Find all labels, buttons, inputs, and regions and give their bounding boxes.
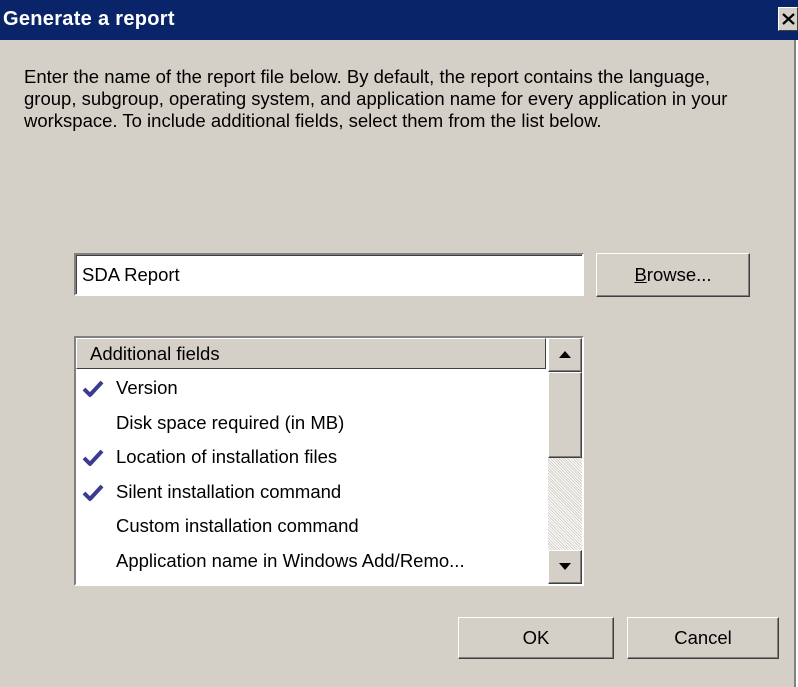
arrow-down-icon (559, 563, 571, 570)
vertical-scrollbar[interactable] (548, 338, 582, 584)
dialog-title: Generate a report (3, 8, 175, 30)
browse-button[interactable]: Browse... (596, 253, 750, 297)
generate-report-dialog: Generate a report Enter the name of the … (0, 0, 798, 687)
list-item-label: Custom installation command (116, 515, 359, 536)
list-item-label: Disk space required (in MB) (116, 411, 345, 433)
ok-button[interactable]: OK (458, 617, 614, 659)
list-rows: Version Disk space required (in MB) Loca… (76, 371, 546, 578)
close-icon (782, 13, 795, 25)
browse-button-label: Browse... (634, 264, 712, 285)
close-button[interactable] (778, 7, 798, 31)
list-item[interactable]: Location of installation files (76, 440, 546, 475)
list-item-label: Version (116, 377, 178, 398)
list-item-label: Silent installation command (116, 480, 342, 502)
check-icon (82, 484, 104, 501)
list-item[interactable]: Silent installation command (76, 475, 546, 510)
scroll-down-button[interactable] (548, 550, 582, 584)
check-icon (82, 380, 104, 397)
list-item[interactable]: Application name in Windows Add/Remo... (76, 544, 546, 579)
additional-fields-list[interactable]: Additional fields Version Disk space req… (74, 336, 584, 586)
report-filename-input[interactable] (74, 253, 584, 296)
title-bar[interactable]: Generate a report (0, 0, 798, 40)
cancel-button[interactable]: Cancel (627, 617, 779, 659)
scroll-up-button[interactable] (548, 338, 582, 372)
list-item-label: Application name in Windows Add/Remo... (116, 549, 465, 571)
instructions-text: Enter the name of the report file below.… (24, 66, 728, 131)
scroll-thumb[interactable] (548, 372, 582, 458)
list-item[interactable]: Disk space required (in MB) (76, 406, 546, 441)
list-column-header[interactable]: Additional fields (76, 338, 546, 369)
list-item-label: Location of installation files (116, 446, 338, 467)
arrow-up-icon (559, 351, 571, 358)
list-item[interactable]: Custom installation command (76, 509, 546, 544)
check-icon (82, 449, 104, 466)
list-item[interactable]: Version (76, 371, 546, 406)
